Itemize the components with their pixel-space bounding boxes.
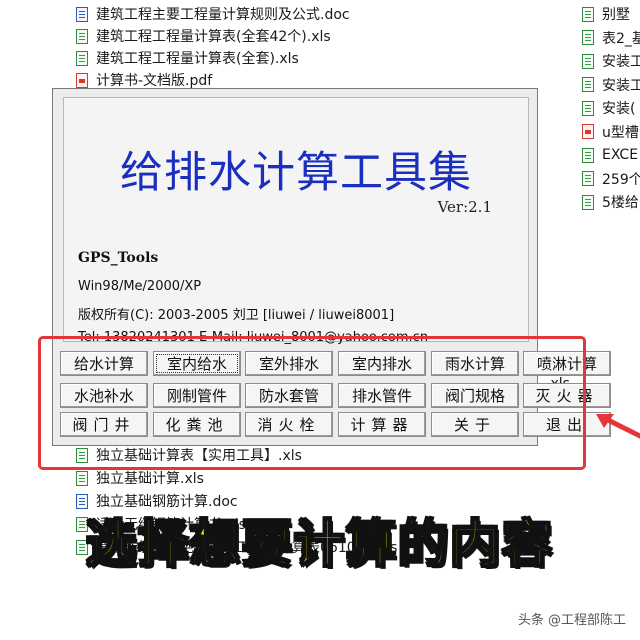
file-name: 表2_基 xyxy=(602,30,640,47)
os-support: Win98/Me/2000/XP xyxy=(78,279,202,294)
xls-file-icon xyxy=(76,50,88,66)
file-name: 别墅 xyxy=(602,7,630,23)
xls-file-icon xyxy=(582,100,594,116)
file-item[interactable]: 建筑工程主要工程量计算规则及公式.doc xyxy=(76,3,350,25)
highlight-box xyxy=(38,336,586,470)
caption-text: 选择想要计算的内容 xyxy=(85,514,554,574)
file-item[interactable]: 别墅 xyxy=(582,3,630,25)
file-item[interactable]: EXCE xyxy=(582,144,638,166)
pdf-file-icon xyxy=(76,72,88,88)
file-item[interactable]: 安装工 xyxy=(582,50,640,72)
xls-file-icon xyxy=(582,6,594,22)
file-item[interactable]: 表2_基 xyxy=(582,27,640,49)
file-name: 独立基础计算.xls xyxy=(96,471,204,487)
file-item[interactable]: 安装工 xyxy=(582,74,640,96)
xls-file-icon xyxy=(582,30,594,45)
pdf-file-icon xyxy=(582,124,594,139)
file-item[interactable]: 建筑工程工程量计算表(全套42个).xls xyxy=(76,25,331,47)
doc-file-icon xyxy=(76,6,88,22)
file-name: 建筑工程工程量计算表(全套).xls xyxy=(96,51,299,67)
file-item[interactable]: 5楼给 xyxy=(582,191,639,213)
file-item[interactable]: 独立基础计算.xls xyxy=(76,467,204,489)
file-name: 建筑工程工程量计算表(全套42个).xls xyxy=(96,29,331,45)
watermark: 头条 @工程部陈工 xyxy=(517,613,626,628)
file-name: 259个 xyxy=(602,171,640,188)
file-name: 5楼给 xyxy=(602,195,639,211)
copyright: 版权所有(C): 2003-2005 刘卫 [liuwei / liuwei80… xyxy=(78,308,395,323)
file-name: 安装工 xyxy=(602,54,640,70)
xls-file-icon xyxy=(582,171,594,186)
about-panel: 给排水计算工具集 Ver:2.1 GPS_Tools Win98/Me/2000… xyxy=(63,97,529,345)
file-item[interactable]: 建筑工程工程量计算表(全套).xls xyxy=(76,47,299,69)
file-name: 计算书-文档版.pdf xyxy=(96,73,213,89)
xls-file-icon xyxy=(582,147,594,163)
app-title: 给排水计算工具集 xyxy=(120,148,472,198)
xls-file-icon xyxy=(76,470,88,486)
xls-file-icon xyxy=(76,28,88,44)
xls-file-icon xyxy=(582,53,594,69)
file-name: 安装( xyxy=(602,101,636,117)
red-arrow-icon xyxy=(596,414,640,439)
file-name: EXCE xyxy=(602,147,639,163)
file-name: 安装工 xyxy=(602,77,640,94)
xls-file-icon xyxy=(582,77,594,92)
file-name: 建筑工程主要工程量计算规则及公式.doc xyxy=(96,7,350,23)
file-item[interactable]: 安装( xyxy=(582,97,635,119)
file-item[interactable]: 259个 xyxy=(582,168,640,190)
file-name: u型槽 xyxy=(602,124,639,141)
tool-name: GPS_Tools xyxy=(78,250,159,266)
file-item[interactable]: u型槽 xyxy=(582,121,639,143)
version-label: Ver:2.1 xyxy=(437,198,492,216)
xls-file-icon xyxy=(582,194,594,210)
